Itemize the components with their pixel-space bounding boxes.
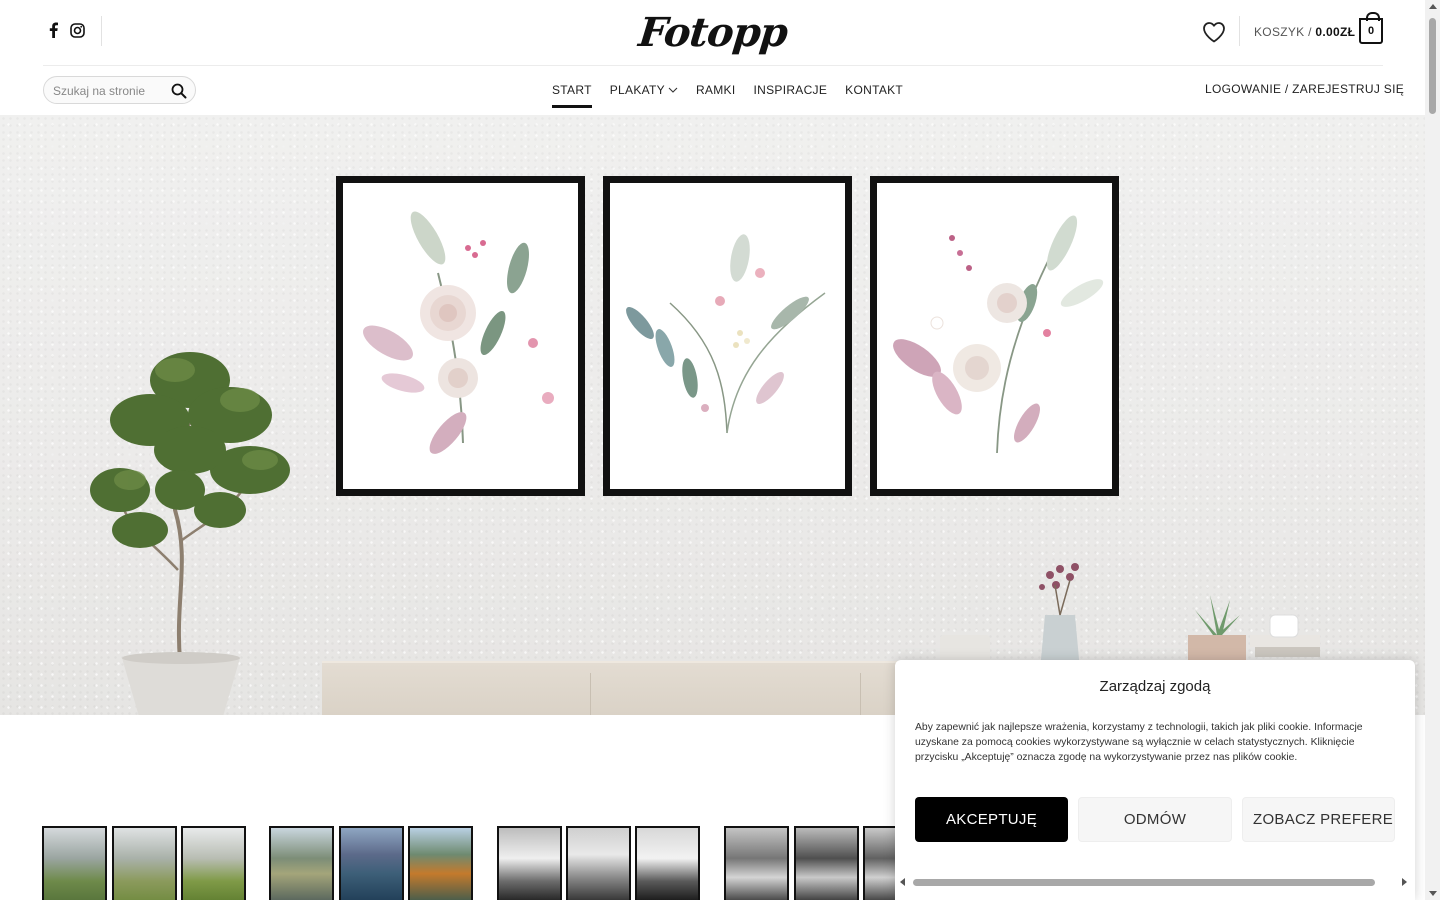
cookie-description: Aby zapewnić jak najlepsze wrażenia, kor… — [915, 722, 1363, 763]
poster-artwork — [343, 183, 578, 489]
deny-cookies-button[interactable]: ODMÓW — [1078, 797, 1232, 842]
main-nav: START PLAKATY RAMKI INSPIRACJE KONTAKT — [552, 82, 921, 108]
divider — [101, 16, 102, 46]
product-thumbnail[interactable] — [724, 826, 789, 900]
horizontal-scrollbar[interactable] — [895, 874, 1415, 890]
nav-item-start[interactable]: START — [552, 82, 592, 108]
site-logo[interactable]: Fotopp — [625, 8, 800, 56]
product-thumbnail[interactable] — [269, 826, 334, 900]
cart-label-text: KOSZYK / — [1254, 25, 1316, 39]
search-input[interactable] — [53, 82, 168, 100]
scroll-right-arrow-icon[interactable] — [1402, 878, 1407, 886]
nav-item-kontakt[interactable]: KONTAKT — [845, 82, 903, 98]
scroll-up-arrow-icon[interactable] — [1429, 4, 1437, 9]
nav-item-label: KONTAKT — [845, 83, 904, 97]
header-top: Fotopp KOSZYK / 0.00ZŁ 0 — [0, 0, 1425, 65]
product-thumbnail[interactable] — [181, 826, 246, 900]
header-nav-bar: START PLAKATY RAMKI INSPIRACJE KONTAKT L… — [0, 66, 1425, 114]
scrollbar-thumb[interactable] — [1429, 18, 1436, 114]
cart-link[interactable]: KOSZYK / 0.00ZŁ — [1254, 25, 1355, 39]
product-thumbnail[interactable] — [408, 826, 473, 900]
poster-frame — [870, 176, 1119, 496]
poster-artwork — [610, 183, 845, 489]
scroll-down-arrow-icon[interactable] — [1429, 891, 1437, 896]
facebook-icon[interactable] — [45, 21, 61, 39]
login-register-link[interactable]: LOGOWANIE / ZAREJESTRUJ SIĘ — [1205, 82, 1404, 96]
nav-item-label: PLAKATY — [609, 83, 665, 97]
scrollbar-thumb[interactable] — [913, 879, 1375, 886]
poster-frame — [336, 176, 585, 496]
poster-artwork — [877, 183, 1112, 489]
hero-banner[interactable] — [0, 115, 1425, 715]
divider — [1239, 16, 1240, 46]
instagram-icon[interactable] — [69, 21, 85, 39]
olive-tree-decoration — [80, 340, 320, 715]
nav-item-inspiracje[interactable]: INSPIRACJE — [753, 82, 827, 98]
cookie-title: Zarządzaj zgodą — [1099, 678, 1211, 695]
cart-bag-icon[interactable]: 0 — [1359, 12, 1383, 44]
social-links — [45, 21, 85, 39]
search-box — [43, 76, 196, 104]
nav-item-ramki[interactable]: RAMKI — [696, 82, 736, 98]
nav-item-label: START — [552, 83, 592, 97]
cart-amount: 0.00ZŁ — [1315, 25, 1356, 39]
product-thumbnail[interactable] — [497, 826, 562, 900]
product-thumbnail[interactable] — [42, 826, 107, 900]
product-thumbnail[interactable] — [566, 826, 631, 900]
nav-item-plakaty[interactable]: PLAKATY — [610, 82, 678, 98]
wishlist-heart-icon[interactable] — [1202, 21, 1226, 43]
divider — [590, 673, 591, 715]
nav-item-label: RAMKI — [695, 83, 736, 97]
cart-count: 0 — [1367, 25, 1375, 37]
view-preferences-button[interactable]: ZOBACZ PREFERENCJE — [1242, 797, 1395, 842]
poster-frame — [603, 176, 852, 496]
product-thumbnail[interactable] — [339, 826, 404, 900]
product-thumbnail[interactable] — [112, 826, 177, 900]
cookie-consent-dialog: Zarządzaj zgodą Aby zapewnić jak najleps… — [895, 660, 1415, 900]
sideboard-decoration — [322, 661, 942, 715]
product-thumbnail[interactable] — [635, 826, 700, 900]
scroll-left-arrow-icon[interactable] — [900, 878, 905, 886]
product-thumbnail[interactable] — [794, 826, 859, 900]
accept-cookies-button[interactable]: AKCEPTUJĘ — [915, 797, 1068, 842]
chevron-down-icon — [668, 87, 678, 93]
vertical-scrollbar[interactable] — [1425, 0, 1440, 900]
divider — [860, 673, 861, 715]
nav-item-label: INSPIRACJE — [753, 83, 828, 97]
search-icon[interactable] — [171, 83, 187, 99]
